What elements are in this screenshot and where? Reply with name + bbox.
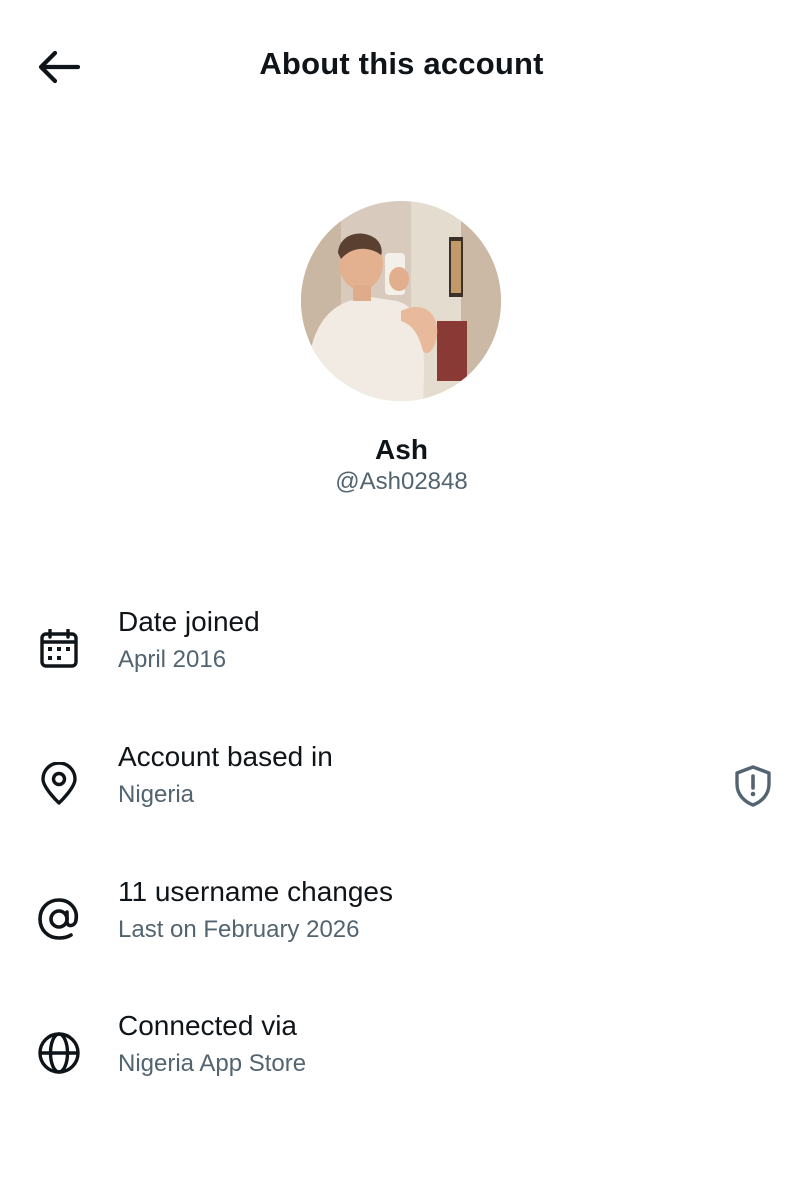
avatar[interactable] <box>301 201 501 401</box>
row-subtitle: Nigeria <box>118 781 195 808</box>
shield-exclamation-icon[interactable] <box>726 759 780 813</box>
row-subtitle: April 2016 <box>118 646 227 673</box>
top-bar: About this account <box>0 0 803 134</box>
info-row-username-changes: 11 username changes Last on February 202… <box>0 876 803 976</box>
info-row-account-based-in: Account based in Nigeria <box>0 741 803 841</box>
info-row-date-joined: Date joined April 2016 <box>0 606 803 706</box>
row-title: Date joined <box>118 606 260 637</box>
profile-photo <box>301 201 501 401</box>
at-sign-icon <box>34 894 84 944</box>
row-title: Connected via <box>118 1010 298 1041</box>
profile-name: Ash <box>375 434 428 465</box>
row-subtitle: Nigeria App Store <box>118 1050 307 1077</box>
row-title: Account based in <box>118 741 333 772</box>
info-row-connected-via: Connected via Nigeria App Store <box>0 1010 803 1110</box>
page-title: About this account <box>259 46 544 81</box>
profile-handle: @Ash02848 <box>335 468 468 495</box>
globe-icon <box>34 1028 84 1078</box>
row-subtitle: Last on February 2026 <box>118 916 360 943</box>
calendar-icon <box>34 624 84 674</box>
row-title: 11 username changes <box>118 876 393 907</box>
location-pin-icon <box>34 759 84 809</box>
